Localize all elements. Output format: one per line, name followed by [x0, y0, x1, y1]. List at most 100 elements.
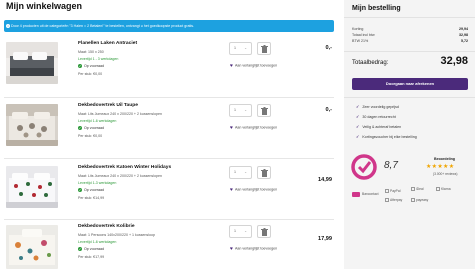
- row-label: BTW 21%: [352, 39, 369, 43]
- delivery-time: Levertijd 1 - 3 werkdagen: [78, 57, 119, 61]
- add-to-wishlist-link[interactable]: ♥ Aan verlanglijst toevoegen: [230, 63, 277, 69]
- product-size: Maat: 1 Persoons 140x200/220 + 1 kussens…: [78, 233, 156, 237]
- item-total: 0,-: [325, 45, 332, 51]
- heart-icon: ♥: [230, 63, 233, 69]
- stock-status: ✓ Op voorraad: [78, 188, 104, 193]
- usp-item: ✓ Veilig & achteraf betalen: [356, 124, 401, 129]
- payeasy-icon: [411, 198, 415, 203]
- checkout-button[interactable]: Doorgaan naar afrekenen: [352, 78, 468, 90]
- product-size: Maat: Lits Jumeaux 240 x 200/220 + 2 kus…: [78, 112, 163, 116]
- usp-item: ✓ Kortingsvoucher bij elke bestelling: [356, 134, 417, 139]
- divider: [344, 17, 475, 18]
- remove-item-button[interactable]: [257, 42, 271, 55]
- heart-icon: ♥: [230, 187, 233, 193]
- chevron-down-icon: ⌄: [244, 229, 247, 233]
- unit-price: Per stuk: €0,00: [78, 134, 103, 138]
- usp-label: 30 dagen retourrecht: [362, 115, 396, 119]
- summary-row-total-incl-vat: Totaal incl btw 32,98: [352, 33, 468, 37]
- add-to-wishlist-link[interactable]: ♥ Aan verlanglijst toevoegen: [230, 125, 277, 131]
- stock-label: Op voorraad: [84, 188, 104, 192]
- product-image[interactable]: [6, 166, 58, 208]
- check-icon: ✓: [78, 126, 82, 131]
- paypal-icon: [385, 189, 389, 194]
- trash-icon: [261, 45, 268, 53]
- product-size: Maat: 150 x 250: [78, 50, 104, 54]
- check-icon: ✓: [356, 124, 360, 129]
- payment-method: payeasy: [411, 198, 429, 203]
- delivery-time: Levertijd 1-3 werkdagen: [78, 181, 117, 185]
- divider: [4, 219, 334, 220]
- stock-label: Op voorraad: [84, 247, 104, 251]
- quantity-select[interactable]: 1 ⌄: [229, 166, 252, 179]
- trash-icon: [261, 228, 268, 236]
- usp-item: ✓ 30 dagen retourrecht: [356, 114, 396, 119]
- review-label: Beoordeling: [434, 157, 455, 161]
- bancontact-icon: [352, 192, 360, 197]
- trustmark-logo[interactable]: [351, 154, 377, 180]
- quantity-value: 1: [234, 108, 236, 112]
- remove-item-button[interactable]: [257, 225, 271, 238]
- quantity-select[interactable]: 1 ⌄: [229, 225, 252, 238]
- check-icon: ✓: [356, 114, 360, 119]
- usp-label: Zeer voordelig geprijsd: [362, 105, 399, 109]
- unit-price: Per stuk: €17,99: [78, 255, 105, 259]
- cart-item: Flanellen Laken Antraciet Maat: 150 x 25…: [4, 39, 334, 96]
- unit-price: Per stuk: €14,99: [78, 196, 105, 200]
- row-label: Totaal incl btw: [352, 33, 375, 37]
- product-name[interactable]: Dekbedovertrek Uil Taupe: [78, 103, 138, 108]
- remove-item-button[interactable]: [257, 166, 271, 179]
- check-icon: ✓: [356, 104, 360, 109]
- stock-status: ✓ Op voorraad: [78, 64, 104, 69]
- cart-item: Dekbedovertrek Uil Taupe Maat: Lits Jume…: [4, 101, 334, 158]
- review-count: (3.000+ reviews): [433, 172, 458, 176]
- chevron-down-icon: ⌄: [244, 46, 247, 50]
- check-icon: ✓: [356, 134, 360, 139]
- stock-status: ✓ Op voorraad: [78, 126, 104, 131]
- review-score: 8,7: [384, 160, 398, 171]
- trash-icon: [261, 107, 268, 115]
- quantity-value: 1: [234, 170, 236, 174]
- chevron-down-icon: ⌄: [244, 108, 247, 112]
- payment-method: PayPal: [385, 189, 401, 194]
- cart-title: Mijn winkelwagen: [6, 1, 83, 11]
- payment-label: payeasy: [416, 198, 429, 202]
- item-total: 0,-: [325, 107, 332, 113]
- product-image[interactable]: [6, 104, 58, 146]
- payment-label: Klarna: [441, 187, 451, 191]
- summary-row-vat: BTW 21% 5,72: [352, 39, 468, 43]
- total-label: Totaalbedrag:: [352, 60, 389, 66]
- info-icon: i: [6, 24, 10, 28]
- total-amount: 32,98: [440, 55, 468, 67]
- wishlist-label: Aan verlanglijst toevoegen: [234, 125, 278, 130]
- product-name[interactable]: Dekbedovertrek Katoen Winter Holidays: [78, 165, 171, 170]
- stock-label: Op voorraad: [84, 126, 104, 130]
- payment-label: PayPal: [390, 189, 401, 193]
- divider: [4, 97, 334, 98]
- usp-label: Veilig & achteraf betalen: [362, 125, 402, 129]
- product-name[interactable]: Dekbedovertrek Kolibrie: [78, 224, 135, 229]
- delivery-time: Levertijd 1-6 werkdagen: [78, 240, 117, 244]
- payment-label: Bancontact: [362, 192, 379, 196]
- quantity-value: 1: [234, 46, 236, 50]
- heart-icon: ♥: [230, 125, 233, 131]
- product-size: Maat: Lits Jumeaux 240 x 200/220 + 2 kus…: [78, 174, 163, 178]
- quantity-select[interactable]: 1 ⌄: [229, 42, 252, 55]
- usp-item: ✓ Zeer voordelig geprijsd: [356, 104, 399, 109]
- unit-price: Per stuk: €0,00: [78, 72, 103, 76]
- divider: [4, 158, 334, 159]
- payment-method: Afterpay: [385, 198, 403, 203]
- item-total: 14,99: [318, 177, 332, 183]
- add-to-wishlist-link[interactable]: ♥ Aan verlanglijst toevoegen: [230, 246, 277, 252]
- summary-title: Mijn bestelling: [352, 5, 401, 12]
- product-image[interactable]: [6, 42, 58, 84]
- trash-icon: [261, 169, 268, 177]
- quantity-select[interactable]: 1 ⌄: [229, 104, 252, 117]
- remove-item-button[interactable]: [257, 104, 271, 117]
- payment-label: Afterpay: [390, 198, 403, 202]
- payment-method: Bancontact: [362, 192, 379, 196]
- add-to-wishlist-link[interactable]: ♥ Aan verlanglijst toevoegen: [230, 187, 277, 193]
- payment-method: iDeal: [411, 187, 424, 192]
- product-image[interactable]: [6, 225, 58, 269]
- banner-text: Door 4 producten uit de categorieën "3 H…: [11, 24, 195, 28]
- product-name[interactable]: Flanellen Laken Antraciet: [78, 41, 137, 46]
